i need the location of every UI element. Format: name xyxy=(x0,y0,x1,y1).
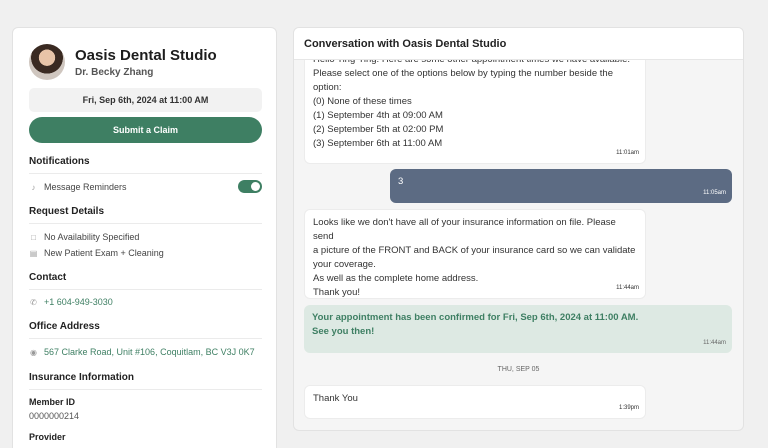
message-reminders-row: ♪ Message Reminders xyxy=(29,180,262,193)
request-details-heading: Request Details xyxy=(29,206,262,224)
insurance-heading: Insurance Information xyxy=(29,372,262,390)
contact-heading: Contact xyxy=(29,272,262,290)
address-row[interactable]: ◉ 567 Clarke Road, Unit #106, Coquitlam,… xyxy=(29,347,262,357)
calendar-icon: □ xyxy=(31,232,36,242)
message-line: Thank you! xyxy=(313,287,360,298)
service-text: New Patient Exam + Cleaning xyxy=(44,248,164,258)
submit-claim-button[interactable]: Submit a Claim xyxy=(29,117,262,143)
document-icon: ▤ xyxy=(29,248,38,258)
message-text: 3 xyxy=(398,176,404,187)
message-incoming: Looks like we don't have all of your ins… xyxy=(304,209,646,299)
message-line: (1) September 4th at 09:00 AM xyxy=(313,110,443,121)
message-text: Thank You xyxy=(313,393,358,404)
message-line: As well as the complete home address. xyxy=(313,273,479,284)
notifications-heading: Notifications xyxy=(29,156,262,174)
conversation-panel: Conversation with Oasis Dental Studio He… xyxy=(293,27,744,431)
member-id-value: 0000000214 xyxy=(29,411,80,421)
phone-row[interactable]: ✆ +1 604-949-3030 xyxy=(29,297,262,307)
provider-label: Provider xyxy=(29,432,66,442)
message-line: Please select one of the options below b… xyxy=(313,68,613,79)
message-time: 1:39pm xyxy=(618,405,639,411)
message-line: (0) None of these times xyxy=(313,96,412,107)
availability-row: □ No Availability Specified xyxy=(29,232,262,242)
location-pin-icon: ◉ xyxy=(30,347,37,357)
message-incoming: Hello Ting-Ting. Here are some other app… xyxy=(304,46,646,164)
message-line: Your appointment has been confirmed for … xyxy=(312,312,639,323)
message-line: Looks like we don't have all of your ins… xyxy=(313,217,616,242)
clinic-profile: Oasis Dental Studio Dr. Becky Zhang xyxy=(29,44,217,80)
message-incoming: Thank You 1:39pm xyxy=(304,385,646,419)
message-time: 11:44am xyxy=(616,285,639,291)
message-line: option: xyxy=(313,82,342,93)
avatar xyxy=(29,44,65,80)
message-time: 11:44am xyxy=(703,340,726,346)
message-line: (2) September 5th at 02:00 PM xyxy=(313,124,444,135)
message-line: (3) September 6th at 11:00 AM xyxy=(313,138,443,149)
clinic-name: Oasis Dental Studio xyxy=(75,46,217,64)
conversation-title: Conversation with Oasis Dental Studio xyxy=(294,28,743,60)
phone-icon: ✆ xyxy=(30,297,37,307)
confirmation-message: Your appointment has been confirmed for … xyxy=(304,305,732,353)
address-link[interactable]: 567 Clarke Road, Unit #106, Coquitlam, B… xyxy=(44,347,255,357)
message-outgoing: 3 11:05am xyxy=(390,169,732,203)
member-id-label: Member ID xyxy=(29,397,76,407)
office-address-heading: Office Address xyxy=(29,321,262,339)
availability-text: No Availability Specified xyxy=(44,232,140,242)
clinic-sidebar: Oasis Dental Studio Dr. Becky Zhang Fri,… xyxy=(12,27,277,448)
message-line: your coverage. xyxy=(313,259,376,270)
message-line: a picture of the FRONT and BACK of your … xyxy=(313,245,636,256)
message-line: See you then! xyxy=(312,326,375,337)
message-reminders-toggle[interactable] xyxy=(238,180,262,193)
message-time: 11:01am xyxy=(616,150,639,156)
message-reminders-label: Message Reminders xyxy=(44,182,127,192)
day-separator: THU, SEP 05 xyxy=(497,366,540,373)
doctor-name: Dr. Becky Zhang xyxy=(75,66,154,78)
phone-link[interactable]: +1 604-949-3030 xyxy=(44,297,113,307)
bell-icon: ♪ xyxy=(31,182,36,192)
service-row: ▤ New Patient Exam + Cleaning xyxy=(29,248,262,258)
appointment-date: Fri, Sep 6th, 2024 at 11:00 AM xyxy=(29,88,262,112)
message-time: 11:05am xyxy=(703,190,726,196)
